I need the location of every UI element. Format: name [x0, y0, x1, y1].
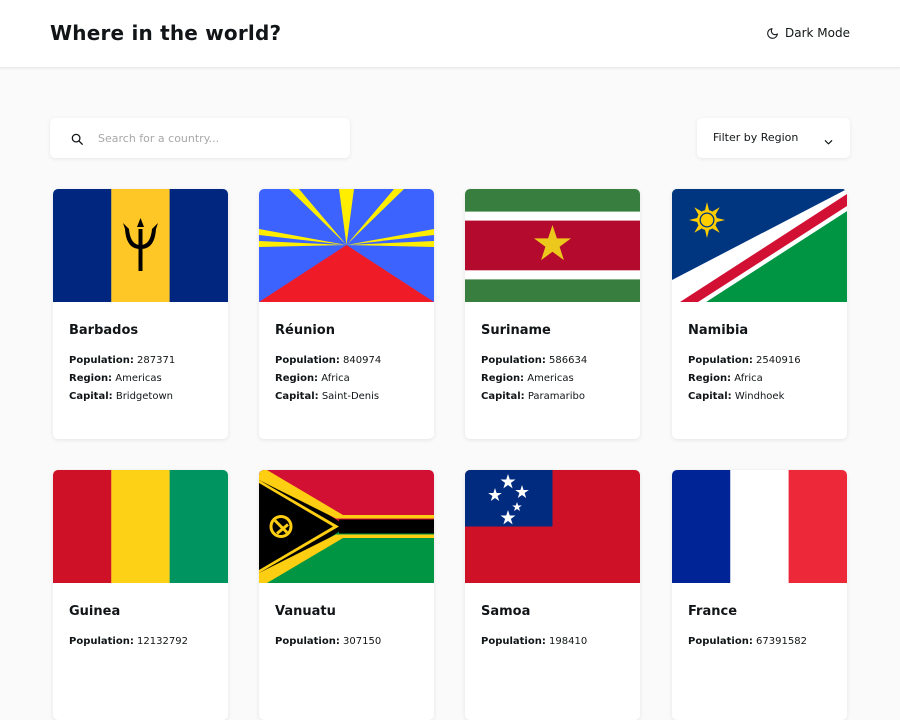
capital-stat: Capital: Bridgetown	[69, 388, 212, 406]
population-label: Population:	[481, 636, 546, 647]
population-value: 586634	[549, 355, 588, 366]
population-label: Population:	[481, 355, 546, 366]
population-stat: Population: 2540916	[688, 352, 831, 370]
population-stat: Population: 67391582	[688, 633, 831, 651]
country-card-france[interactable]: France Population: 67391582	[672, 470, 847, 720]
population-label: Population:	[275, 636, 340, 647]
region-stat: Region: Africa	[688, 370, 831, 388]
dark-mode-toggle[interactable]: Dark Mode	[766, 24, 850, 42]
capital-label: Capital:	[481, 391, 525, 402]
population-stat: Population: 840974	[275, 352, 418, 370]
population-value: 307150	[343, 636, 382, 647]
region-value: Americas	[115, 373, 162, 384]
country-name: Vanuatu	[275, 604, 336, 619]
region-value: Africa	[321, 373, 350, 384]
population-label: Population:	[688, 355, 753, 366]
country-name: France	[688, 604, 738, 619]
capital-value: Saint-Denis	[321, 391, 380, 402]
vanuatu-flag	[259, 470, 434, 583]
country-name: Samoa	[481, 604, 531, 619]
country-name: Guinea	[69, 604, 121, 619]
region-label: Region:	[688, 373, 732, 384]
population-stat: Population: 198410	[481, 633, 624, 651]
moon-icon	[766, 27, 779, 40]
region-filter-label: Filter by Region	[713, 131, 799, 144]
population-value: 840974	[343, 355, 382, 366]
capital-stat: Capital: Windhoek	[688, 388, 831, 406]
search-input[interactable]	[98, 118, 338, 158]
region-filter-dropdown[interactable]: Filter by Region	[697, 118, 850, 158]
population-value: 287371	[137, 355, 176, 366]
population-stat: Population: 287371	[69, 352, 212, 370]
guinea-flag	[53, 470, 228, 583]
population-label: Population:	[69, 355, 134, 366]
region-stat: Region: Americas	[481, 370, 624, 388]
region-label: Region:	[275, 373, 319, 384]
population-value: 67391582	[756, 636, 807, 647]
population-value: 2540916	[756, 355, 801, 366]
capital-value: Windhoek	[734, 391, 785, 402]
country-card-guinea[interactable]: Guinea Population: 12132792	[53, 470, 228, 720]
capital-label: Capital:	[275, 391, 319, 402]
population-value: 198410	[549, 636, 588, 647]
barbados-flag	[53, 189, 228, 302]
population-label: Population:	[69, 636, 134, 647]
namibia-flag	[672, 189, 847, 302]
country-name: Barbados	[69, 323, 139, 338]
country-name: Réunion	[275, 323, 335, 338]
search-icon	[70, 131, 84, 150]
country-name: Suriname	[481, 323, 551, 338]
capital-value: Bridgetown	[115, 391, 173, 402]
population-stat: Population: 12132792	[69, 633, 212, 651]
country-card-samoa[interactable]: Samoa Population: 198410	[465, 470, 640, 720]
capital-label: Capital:	[688, 391, 732, 402]
dark-mode-label: Dark Mode	[785, 26, 850, 40]
country-card-barbados[interactable]: Barbados Population: 287371 Region: Amer…	[53, 189, 228, 439]
region-label: Region:	[481, 373, 525, 384]
capital-stat: Capital: Paramaribo	[481, 388, 624, 406]
country-card-namibia[interactable]: Namibia Population: 2540916 Region: Afri…	[672, 189, 847, 439]
suriname-flag	[465, 189, 640, 302]
region-stat: Region: Americas	[69, 370, 212, 388]
capital-value: Paramaribo	[527, 391, 586, 402]
app-title: Where in the world?	[50, 21, 282, 45]
samoa-flag	[465, 470, 640, 583]
country-card-vanuatu[interactable]: Vanuatu Population: 307150	[259, 470, 434, 720]
population-stat: Population: 586634	[481, 352, 624, 370]
chevron-down-icon	[823, 133, 834, 152]
france-flag	[672, 470, 847, 583]
capital-stat: Capital: Saint-Denis	[275, 388, 418, 406]
region-label: Region:	[69, 373, 113, 384]
country-name: Namibia	[688, 323, 749, 338]
country-card-suriname[interactable]: Suriname Population: 586634 Region: Amer…	[465, 189, 640, 439]
top-bar: Where in the world? Dark Mode	[0, 0, 900, 68]
region-value: Africa	[734, 373, 763, 384]
population-value: 12132792	[137, 636, 188, 647]
country-card-reunion[interactable]: Réunion Population: 840974 Region: Afric…	[259, 189, 434, 439]
population-label: Population:	[688, 636, 753, 647]
region-stat: Region: Africa	[275, 370, 418, 388]
capital-label: Capital:	[69, 391, 113, 402]
population-stat: Population: 307150	[275, 633, 418, 651]
region-value: Americas	[527, 373, 574, 384]
reunion-flag	[259, 189, 434, 302]
search-box[interactable]	[50, 118, 350, 158]
population-label: Population:	[275, 355, 340, 366]
